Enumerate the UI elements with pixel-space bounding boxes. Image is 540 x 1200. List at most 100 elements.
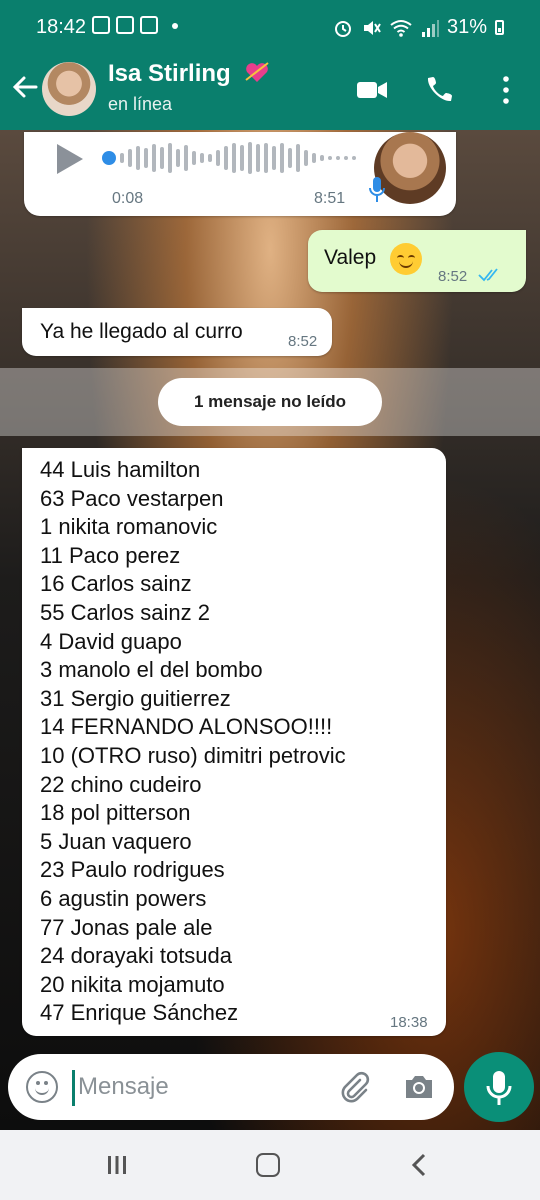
wave-bar [200, 153, 204, 163]
incoming-message[interactable]: Ya he llegado al curro 8:52 [22, 308, 332, 356]
wave-bar [192, 151, 196, 165]
battery-percent: 31% [446, 16, 487, 38]
notification-icons [92, 16, 178, 34]
recent-apps-icon[interactable] [106, 1154, 128, 1176]
read-receipt-icon [478, 268, 498, 282]
camera-icon[interactable] [402, 1070, 436, 1104]
back-icon[interactable] [408, 1152, 430, 1178]
microphone-icon [486, 1071, 512, 1105]
message-line: 55 Carlos sainz 2 [40, 599, 210, 625]
message-line: 23 Paulo rodrigues [40, 857, 225, 883]
message-time: 8:51 [314, 190, 346, 207]
message-time: 8:52 [288, 333, 318, 350]
wave-bar [208, 154, 212, 162]
contact-name[interactable]: Isa Stirling [108, 60, 231, 88]
wave-bar [144, 148, 148, 168]
smiling-face-icon [390, 243, 422, 275]
wave-bar [168, 143, 172, 173]
message-line: 24 dorayaki totsuda [40, 943, 233, 969]
signal-icon [421, 19, 439, 37]
text-cursor [72, 1070, 75, 1106]
message-line: 3 manolo el del bombo [40, 657, 263, 683]
message-line: 47 Enrique Sánchez [40, 1000, 239, 1026]
message-line: 20 nikita mojamuto [40, 971, 225, 997]
back-arrow-icon[interactable] [10, 72, 40, 102]
wave-bar [272, 146, 276, 170]
voice-record-button[interactable] [464, 1052, 534, 1122]
wave-bar [224, 146, 228, 170]
home-icon[interactable] [256, 1153, 280, 1177]
navigation-bar [0, 1130, 540, 1200]
voice-duration: 0:08 [112, 190, 144, 207]
wave-bar [248, 142, 252, 174]
message-line: 6 agustin powers [40, 885, 207, 911]
alarm-icon [334, 20, 351, 37]
message-line: 16 Carlos sainz [40, 571, 192, 597]
message-line: 1 nikita romanovic [40, 514, 218, 540]
battery-icon [495, 20, 504, 35]
message-line: 11 Paco perez [40, 542, 181, 568]
heart-with-arrow-icon [245, 62, 269, 82]
wave-bar [216, 150, 220, 166]
contact-avatar[interactable] [42, 62, 96, 116]
message-time: 18:38 [390, 1014, 428, 1031]
emoji-mouth [399, 260, 413, 268]
video-call-icon[interactable] [354, 72, 390, 108]
wave-bar [320, 155, 324, 161]
status-time: 18:42 [36, 16, 87, 38]
emoji-icon[interactable] [26, 1071, 58, 1103]
wave-bar [280, 143, 284, 173]
wave-bar [352, 156, 356, 160]
message-line: 22 chino cudeiro [40, 771, 202, 797]
message-line: 14 FERNANDO ALONSOO!!!! [40, 714, 333, 740]
status-bar: 18:42 31% [0, 0, 540, 54]
microphone-icon [369, 177, 385, 202]
audio-waveform[interactable] [102, 140, 372, 176]
message-line: 18 pol pitterson [40, 800, 191, 826]
wave-bar [264, 143, 268, 173]
outgoing-message[interactable]: Valep 8:52 [308, 230, 526, 292]
wifi-icon [390, 19, 412, 37]
wave-bar [160, 147, 164, 169]
wave-bar [152, 144, 156, 172]
wave-bar [256, 144, 260, 172]
message-line: 77 Jonas pale ale [40, 914, 213, 940]
wave-bar [136, 146, 140, 170]
message-input[interactable] [78, 1068, 318, 1106]
calendar-notification-icon [140, 16, 158, 34]
unread-messages-badge: 1 mensaje no leído [158, 378, 382, 426]
message-time: 8:52 [438, 268, 468, 285]
playback-slider[interactable] [102, 151, 116, 165]
more-options-icon[interactable] [494, 72, 530, 108]
mute-icon [363, 20, 381, 35]
message-line: 31 Sergio guitierrez [40, 685, 231, 711]
gallery-notification-icon [92, 16, 110, 34]
message-text: Ya he llegado al curro [40, 320, 243, 343]
incoming-list-message[interactable]: 44 Luis hamilton 63 Paco vestarpen 1 nik… [22, 448, 446, 1036]
wave-bar [336, 156, 340, 160]
emoji-icon-mouth [35, 1087, 49, 1095]
more-notifications-icon [172, 23, 178, 29]
wave-bar [184, 145, 188, 171]
wave-bar [176, 149, 180, 167]
chat-header: Isa Stirling en línea [0, 54, 540, 130]
contact-status: en línea [108, 94, 173, 114]
wave-bar [240, 145, 244, 171]
message-text: Valep [324, 246, 377, 269]
wave-bar [120, 153, 124, 163]
wave-bar [304, 150, 308, 166]
wave-bar [344, 156, 348, 160]
message-line: 10 (OTRO ruso) dimitri petrovic [40, 742, 346, 768]
wave-bar [296, 144, 300, 172]
wave-bar [328, 156, 332, 160]
twitch-notification-icon [116, 16, 134, 34]
message-line: 5 Juan vaquero [40, 828, 192, 854]
wave-bar [312, 153, 316, 163]
voice-call-icon[interactable] [424, 72, 460, 108]
wave-bar [232, 143, 236, 173]
attach-icon[interactable] [338, 1070, 372, 1104]
message-lines: 44 Luis hamilton 63 Paco vestarpen 1 nik… [40, 456, 346, 1028]
wave-bar [288, 148, 292, 168]
message-line: 44 Luis hamilton [40, 457, 201, 482]
play-icon[interactable] [54, 142, 88, 176]
